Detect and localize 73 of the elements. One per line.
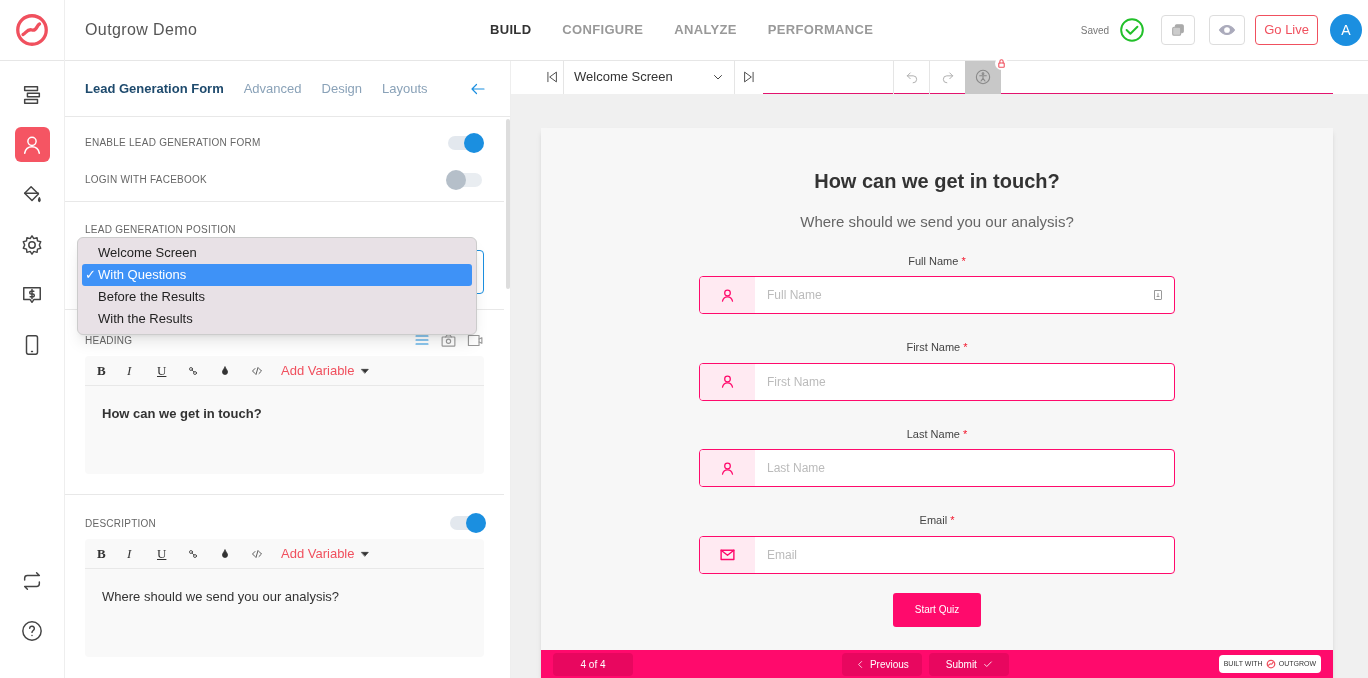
sync-icon: [21, 569, 43, 592]
menu-lines-icon[interactable]: [414, 332, 430, 348]
toggle-switch[interactable]: [450, 516, 484, 530]
user-icon: [720, 287, 735, 303]
check-circle-icon: [1119, 17, 1146, 43]
start-quiz-button[interactable]: Start Quiz: [892, 592, 982, 627]
text-editor[interactable]: B I U Add Variable Where should we send you our analysis?: [85, 539, 484, 657]
menu-item[interactable]: Before the Results: [82, 286, 472, 308]
menu-item[interactable]: With the Results: [82, 308, 472, 330]
quiz-heading: How can we get in touch?: [814, 169, 1060, 194]
help-icon: [21, 619, 43, 642]
duplicate-button[interactable]: [1161, 15, 1196, 45]
text-input[interactable]: Email: [755, 536, 1174, 573]
link-icon[interactable]: [187, 547, 199, 560]
field-label: Last Name *: [905, 426, 969, 442]
text-field[interactable]: Full Name: [699, 276, 1175, 314]
setting-label: ENABLE LEAD GENERATION FORM: [85, 136, 261, 150]
preview-button[interactable]: [1209, 15, 1246, 45]
settings-icon: [21, 233, 43, 256]
panel-tab[interactable]: Lead Generation Form: [85, 78, 224, 99]
editor-text: How can we get in touch?: [102, 405, 263, 423]
progress-counter: 4 of 4: [553, 652, 633, 676]
layout-icon: [21, 83, 43, 106]
format-button[interactable]: I: [125, 543, 155, 564]
format-button[interactable]: B: [95, 543, 125, 564]
chevron-left-icon: [855, 659, 865, 669]
ink-drop-icon[interactable]: [219, 547, 231, 560]
text-input[interactable]: First Name: [755, 363, 1174, 400]
format-button[interactable]: B: [95, 360, 125, 381]
editor-text: Where should we send you our analysis?: [102, 588, 341, 606]
accessibility-icon: [975, 69, 991, 85]
skip-forward-icon: [742, 70, 756, 84]
field-label: Full Name *: [907, 253, 967, 269]
setting-label: HEADING: [85, 333, 133, 348]
code-icon[interactable]: [251, 547, 263, 560]
duplicate-icon: [1170, 22, 1187, 38]
user-icon: [720, 374, 735, 389]
accessibility-button[interactable]: [965, 60, 1001, 94]
text-input[interactable]: Full Name: [755, 277, 1152, 313]
link-icon[interactable]: [187, 364, 199, 377]
ink-drop-icon[interactable]: [219, 364, 231, 377]
nav-tab[interactable]: BUILD: [490, 20, 532, 40]
saved-label: Saved: [1080, 23, 1110, 38]
check-icon: [982, 659, 993, 669]
logo-icon: [14, 12, 50, 48]
setting-label: LEAD GENERATION POSITION: [85, 223, 237, 236]
toggle-switch[interactable]: [448, 135, 482, 150]
app-title: Outgrow Demo: [85, 20, 199, 40]
undo-icon: [904, 70, 919, 84]
toggle-switch[interactable]: [448, 172, 482, 187]
text-field[interactable]: First Name: [699, 362, 1175, 401]
go-live-button[interactable]: Go Live: [1255, 15, 1318, 45]
setting-label: LOGIN WITH FACEBOOK: [85, 173, 207, 187]
contact-card-icon: [1152, 289, 1164, 301]
previous-button[interactable]: Previous: [842, 652, 923, 676]
skip-back-icon: [545, 70, 559, 84]
field-label: First Name *: [905, 340, 969, 355]
text-editor[interactable]: B I U Add Variable How can we get in touch?: [85, 356, 484, 474]
user-icon: [720, 460, 735, 476]
text-field[interactable]: Last Name: [699, 449, 1175, 487]
quiz-description: Where should we send you our analysis?: [800, 212, 1074, 232]
redo-icon: [940, 70, 955, 84]
code-icon[interactable]: [251, 364, 263, 377]
text-field[interactable]: Email: [699, 535, 1175, 574]
menu-item[interactable]: Welcome Screen: [82, 242, 472, 264]
logo-icon: [1265, 659, 1276, 669]
setting-label: DESCRIPTION: [85, 516, 157, 531]
text-input[interactable]: Last Name: [755, 450, 1174, 486]
field-label: Email *: [918, 513, 956, 528]
format-button[interactable]: I: [125, 360, 155, 381]
format-button[interactable]: U: [155, 543, 185, 564]
format-button[interactable]: U: [155, 360, 185, 381]
submit-button[interactable]: Submit: [929, 652, 1010, 676]
